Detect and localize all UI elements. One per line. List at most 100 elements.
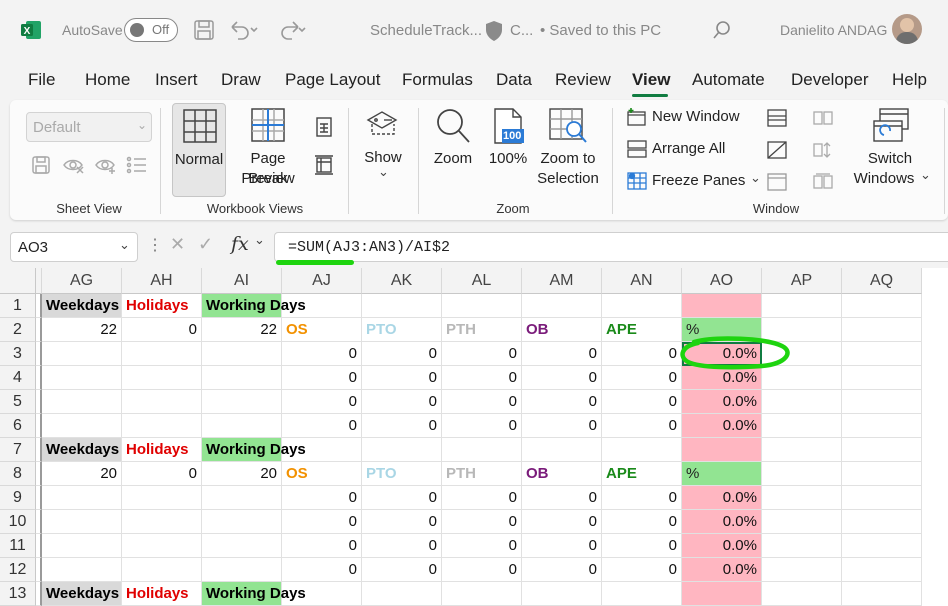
count-value[interactable]: 0 [442,558,522,582]
working-days-header[interactable]: Working Days [202,294,306,318]
pct-value[interactable]: 0.0% [682,390,762,414]
new-window-button[interactable]: New Window [624,106,754,128]
grid-cell[interactable] [762,486,842,510]
row-header-3[interactable]: 3 [0,342,36,366]
weekdays-value[interactable]: 22 [42,318,122,342]
pct-value[interactable]: 0.0% [682,558,762,582]
working-days-header[interactable]: Working Days [202,438,306,462]
count-value[interactable]: 0 [522,366,602,390]
grid-cell[interactable] [842,414,922,438]
column-header-ak[interactable]: AK [362,268,442,294]
tab-draw[interactable]: Draw [221,70,261,90]
pct-value[interactable]: 0.0% [682,414,762,438]
autosave-toggle[interactable]: Off [124,18,178,42]
row-header-1[interactable]: 1 [0,294,36,318]
switch-windows-button[interactable]: Switch Windows ⌄ [850,103,931,197]
count-value[interactable]: 0 [522,510,602,534]
grid-cell[interactable] [842,366,922,390]
count-value[interactable]: 0 [602,366,682,390]
grid-cell[interactable] [122,390,202,414]
grid-cell[interactable] [842,318,922,342]
insert-function-icon[interactable]: fx [231,233,249,255]
working-days-value[interactable]: 22 [202,318,282,342]
count-value[interactable]: 0 [442,510,522,534]
grid-cell[interactable] [202,342,282,366]
sensitivity-shield-icon[interactable] [484,20,504,47]
search-icon[interactable] [712,20,732,45]
count-value[interactable]: 0 [282,366,362,390]
holidays-value[interactable]: 0 [122,318,202,342]
count-value[interactable]: 0 [282,534,362,558]
pth-label[interactable]: PTH [442,462,522,486]
row-header-8[interactable]: 8 [0,462,36,486]
count-value[interactable]: 0 [362,366,442,390]
grid-cell[interactable] [842,486,922,510]
grid-cell[interactable] [522,294,602,318]
count-value[interactable]: 0 [602,486,682,510]
count-value[interactable]: 0 [602,534,682,558]
column-header-ap[interactable]: AP [762,268,842,294]
holidays-header[interactable]: Holidays [122,294,202,318]
column-header-aj[interactable]: AJ [282,268,362,294]
save-icon[interactable] [193,19,215,46]
working-days-value[interactable]: 20 [202,462,282,486]
holidays-value[interactable]: 0 [122,462,202,486]
pct-value[interactable]: 0.0% [682,510,762,534]
ob-label[interactable]: OB [522,462,602,486]
grid-cell[interactable] [842,462,922,486]
grid-cell[interactable] [842,510,922,534]
column-header-ag[interactable]: AG [42,268,122,294]
count-value[interactable]: 0 [522,486,602,510]
count-value[interactable]: 0 [362,342,442,366]
tab-insert[interactable]: Insert [155,70,198,90]
count-value[interactable]: 0 [362,534,442,558]
count-value[interactable]: 0 [442,366,522,390]
undo-icon[interactable] [228,19,260,46]
count-value[interactable]: 0 [522,342,602,366]
tab-review[interactable]: Review [555,70,611,90]
tab-data[interactable]: Data [496,70,532,90]
row-header-5[interactable]: 5 [0,390,36,414]
count-value[interactable]: 0 [602,342,682,366]
grid-cell[interactable] [682,294,762,318]
count-value[interactable]: 0 [442,342,522,366]
grid-cell[interactable] [762,510,842,534]
spreadsheet-grid[interactable]: AG AH AI AJ AK AL AM AN AO AP AQ 1 2 3 4 5 6 7 8 9 10 11 12 13… [0,268,948,606]
grid-cell[interactable] [762,462,842,486]
grid-cell[interactable] [762,414,842,438]
grid-cell[interactable] [762,534,842,558]
grid-cell[interactable] [42,414,122,438]
grid-cell[interactable] [762,294,842,318]
column-header-am[interactable]: AM [522,268,602,294]
row-header-9[interactable]: 9 [0,486,36,510]
count-value[interactable]: 0 [362,558,442,582]
count-value[interactable]: 0 [602,414,682,438]
tab-formulas[interactable]: Formulas [402,70,473,90]
more-options-icon[interactable]: ⋮ [147,235,163,255]
chevron-down-icon[interactable]: ⌄ [254,232,265,248]
enter-check-icon[interactable]: ✓ [198,234,213,255]
grid-cell[interactable] [842,438,922,462]
grid-cell[interactable] [202,390,282,414]
grid-cell[interactable] [362,438,442,462]
count-value[interactable]: 0 [282,510,362,534]
count-value[interactable]: 0 [602,558,682,582]
grid-cell[interactable] [762,438,842,462]
weekdays-header[interactable]: Weekdays [42,438,122,462]
count-value[interactable]: 0 [522,558,602,582]
row-header-2[interactable]: 2 [0,318,36,342]
count-value[interactable]: 0 [522,414,602,438]
tab-view[interactable]: View [632,70,670,90]
sensitivity-label[interactable]: C... [510,22,533,39]
grid-cell[interactable] [122,486,202,510]
row-header-13[interactable]: 13 [0,582,36,606]
tab-file[interactable]: File [28,70,55,90]
zoom-100-button[interactable]: 100 100% [484,103,532,193]
name-box[interactable]: AO3 ⌄ [10,232,138,262]
hide-icon[interactable] [766,140,788,165]
grid-cell[interactable] [682,438,762,462]
grid-cell[interactable] [42,366,122,390]
grid-cell[interactable] [762,582,842,606]
holidays-header[interactable]: Holidays [122,438,202,462]
grid-cell[interactable] [762,558,842,582]
